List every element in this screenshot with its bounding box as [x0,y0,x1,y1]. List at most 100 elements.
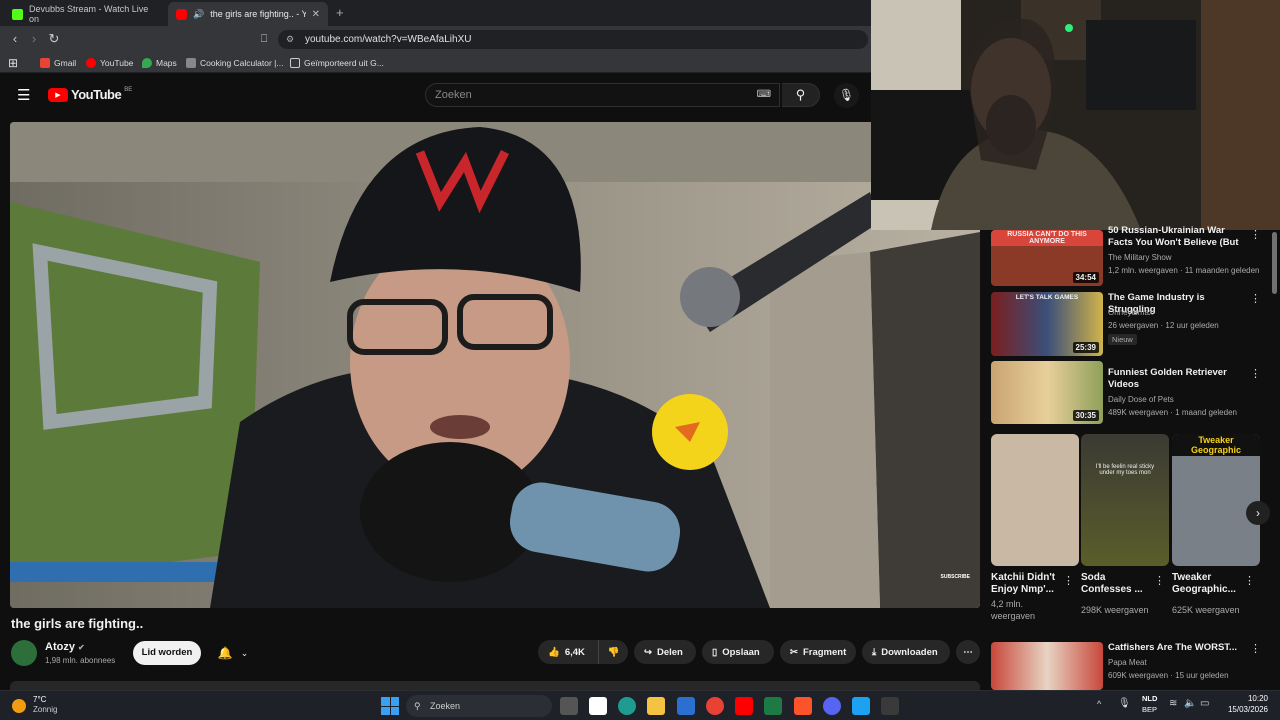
youtube-logo[interactable]: ▶ YouTube BE [48,87,132,102]
video-title[interactable]: 50 Russian-Ukrainian War Facts You Won't… [1108,225,1248,249]
app-icon[interactable] [852,697,870,715]
chrome-icon[interactable] [706,697,724,715]
close-tab-icon[interactable]: ✕ [312,9,320,20]
microphone-tray-icon[interactable]: 🎙 [1118,698,1131,709]
obs-icon[interactable] [881,697,899,715]
video-thumbnail[interactable] [991,642,1103,690]
bookmark-cooking[interactable]: Cooking Calculator |... [186,53,283,73]
channel-name[interactable]: Daily Dose of Pets [1108,394,1174,406]
dislike-button[interactable]: 👎 [598,640,628,664]
like-button[interactable]: 👍 6,4K [538,640,598,664]
bookmark-folder[interactable]: Geïmporteerd uit G... [290,53,384,73]
bookmark-gmail[interactable]: Gmail [40,53,76,73]
subscribe-overlay[interactable]: SUBSCRIBE [941,574,970,580]
youtube-app-icon[interactable] [735,697,753,715]
channel-name[interactable]: Atozy [45,641,75,653]
short-thumbnail[interactable]: I'll be feelin real sticky under my toes… [1081,434,1169,566]
video-thumbnail[interactable]: RUSSIA CAN'T DO THIS ANYMORE 34:54 [991,230,1103,286]
short-views: 298K weergaven [1081,605,1149,615]
calculator-app-icon[interactable] [764,697,782,715]
windows-start-icon[interactable] [381,697,399,715]
notifications-button[interactable]: 🔔 ⌄ [210,641,256,665]
weather-temp[interactable]: 7°C [33,695,46,704]
task-view-icon[interactable] [560,697,578,715]
language-code[interactable]: NLD [1142,694,1157,703]
video-duration: 25:39 [1072,342,1099,353]
url-field[interactable]: ⚙ youtube.com/watch?v=WBeAfaLihXU [278,30,868,49]
channel-name[interactable]: Ohheytsmax [1108,307,1153,319]
mic-icon[interactable]: 🎙 [834,83,859,108]
site-info-icon[interactable]: ⚙ [286,30,294,49]
more-options-icon[interactable]: ⋮ [1063,574,1074,587]
search-input[interactable]: Zoeken ⌨ [425,83,780,107]
more-options-icon[interactable]: ⋮ [1250,367,1261,380]
battery-icon[interactable]: ▭ [1200,698,1209,709]
taskbar-search-label: Zoeken [430,701,461,711]
more-options-icon[interactable]: ⋮ [1250,228,1261,241]
short-views: 4,2 mln. weergaven [991,599,1036,621]
bell-icon: 🔔 [217,646,233,660]
clock-date[interactable]: 15/03/2026 [1218,705,1268,714]
short-title[interactable]: Soda Confesses ... [1081,572,1153,596]
clock-time[interactable]: 10:20 [1218,694,1268,703]
volume-icon[interactable]: 🔈 [1184,698,1196,709]
download-button[interactable]: ⤓ Downloaden [862,640,950,664]
new-tab-button[interactable]: + [336,5,344,20]
keyboard-icon[interactable]: ⌨ [757,84,771,106]
scrollbar-thumb[interactable] [1272,232,1277,294]
taskbar-search[interactable]: ⚲ Zoeken [406,695,552,717]
clip-button[interactable]: ✂ Fragment [780,640,856,664]
reload-icon[interactable]: ↻ [47,32,61,46]
recommendation-item[interactable]: RUSSIA CAN'T DO THIS ANYMORE 34:54 50 Ru… [991,225,1261,288]
tab-youtube[interactable]: 🔊 the girls are fighting.. - YouTu ✕ [168,2,328,26]
short-title[interactable]: Katchii Didn't Enjoy Nmp'... [991,572,1063,596]
download-label: Downloaden [881,646,938,658]
mail-icon[interactable] [677,697,695,715]
wifi-icon[interactable]: ≋ [1169,698,1177,709]
more-options-icon[interactable]: ⋮ [1250,292,1261,305]
search-button[interactable]: ⚲ [782,83,820,107]
more-options-icon[interactable]: ⋮ [1154,574,1165,587]
short-thumbnail[interactable]: Tweaker Geographic [1172,434,1260,566]
more-actions-button[interactable]: ⋯ [956,640,980,664]
channel-name[interactable]: The Military Show [1108,252,1172,264]
recommendation-item[interactable]: LET'S TALK GAMES 25:39 The Game Industry… [991,292,1261,356]
recommendation-item[interactable]: Catfishers Are The WORST... Papa Meat 60… [991,642,1261,690]
edge-icon[interactable] [618,697,636,715]
short-title[interactable]: Tweaker Geographic... [1172,572,1244,596]
video-player[interactable]: SUBSCRIBE [10,122,980,608]
discord-icon[interactable] [823,697,841,715]
short-thumbnail[interactable] [991,434,1079,566]
video-title[interactable]: Catfishers Are The WORST... [1108,642,1248,654]
save-button[interactable]: ▯ Opslaan [702,640,774,664]
video-thumbnail[interactable]: LET'S TALK GAMES 25:39 [991,292,1103,356]
join-button[interactable]: Lid worden [133,641,201,665]
channel-avatar[interactable] [11,640,37,666]
bookmark-icon[interactable]: ⎕ [257,32,271,46]
video-title[interactable]: Funniest Golden Retriever Videos [1108,367,1248,391]
forward-icon[interactable]: › [27,32,41,46]
back-icon[interactable]: ‹ [8,32,22,46]
store-icon[interactable] [589,697,607,715]
keyboard-layout[interactable]: BEP [1142,705,1157,714]
file-explorer-icon[interactable] [647,697,665,715]
more-options-icon[interactable]: ⋮ [1250,642,1261,655]
tab-devubbs[interactable]: Devubbs Stream - Watch Live on [4,2,164,26]
channel-name[interactable]: Papa Meat [1108,657,1147,669]
folder-icon [290,58,300,68]
bookmark-maps[interactable]: Maps [142,53,177,73]
tray-chevron-icon[interactable]: ^ [1097,699,1101,709]
thumbs-down-icon: 👎 [607,646,620,658]
channel-name-row[interactable]: Atozy ✔ [45,641,85,653]
weather-status[interactable]: Zonnig [33,705,57,714]
menu-icon[interactable]: ☰ [17,86,30,104]
brave-icon[interactable] [794,697,812,715]
apps-grid-icon[interactable]: ⊞ [8,53,18,73]
more-options-icon[interactable]: ⋮ [1244,574,1255,587]
shorts-next-button[interactable]: › [1246,501,1270,525]
bookmark-youtube[interactable]: YouTube [86,53,133,73]
speaker-icon: 🔊 [193,8,205,19]
recommendation-item[interactable]: 30:35 Funniest Golden Retriever Videos D… [991,361,1261,425]
share-button[interactable]: ↪ Delen [634,640,696,664]
video-thumbnail[interactable]: 30:35 [991,361,1103,424]
